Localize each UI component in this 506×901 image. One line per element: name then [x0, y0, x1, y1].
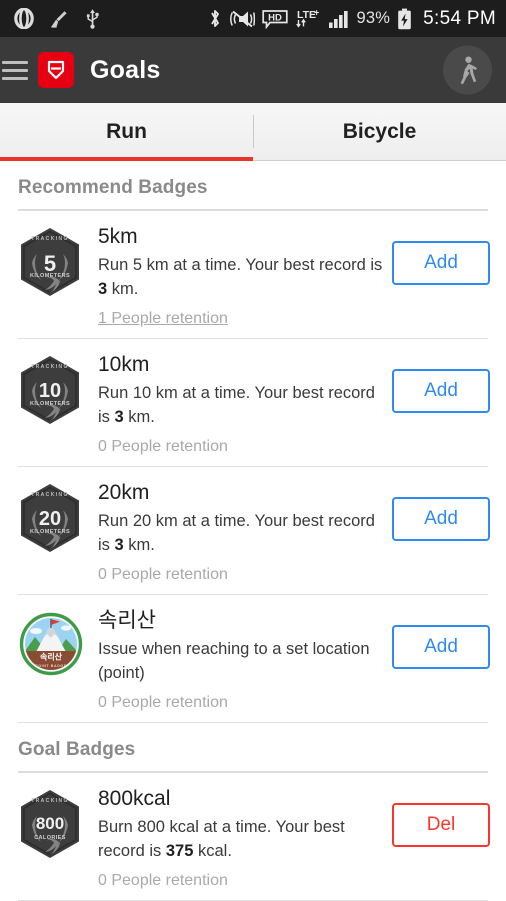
walking-person-icon[interactable] [443, 45, 492, 95]
svg-text:HD: HD [268, 12, 282, 23]
badge-row[interactable]: TRACKING 20 KILOMETERS 20km Run 20 km at a t… [0, 467, 506, 594]
badge-info: 속리산 Issue when reaching to a set location… [88, 609, 392, 712]
badge-description: Run 10 km at a time. Your best record is… [98, 384, 375, 426]
del-badge-button[interactable]: Del [392, 802, 490, 847]
badge-title: 20km [98, 480, 150, 504]
add-badge-button[interactable]: Add [392, 496, 490, 541]
bluetooth-icon [210, 10, 219, 27]
opera-icon [14, 8, 34, 29]
svg-text:+: + [314, 8, 319, 18]
badge-retention-count: 0 People retention [98, 565, 228, 583]
badge-info: 10km Run 10 km at a time. Your best recor… [88, 353, 392, 456]
shield-logo-icon [38, 52, 74, 88]
app-bar: Goals [0, 37, 506, 103]
badge-icon-wrapper: 속리산 POINT BADGE [18, 609, 88, 677]
tab-label: Run [106, 119, 147, 143]
badge-info: 20km Run 20 km at a time. Your best recor… [88, 481, 392, 584]
badge-description: Run 20 km at a time. Your best record is… [98, 512, 375, 554]
badge-row[interactable]: TRACKING 5 KILOMETERS 5km Run 5 km at a time… [0, 211, 506, 338]
badge-icon-wrapper: TRACKING 5 KILOMETERS [18, 225, 88, 297]
signal-bars-icon [328, 10, 348, 28]
battery-charging-icon [398, 8, 411, 29]
add-badge-button[interactable]: Add [392, 368, 490, 413]
status-bar-right-icons: HD LTE + 93% 5:54 PM [208, 8, 496, 30]
badge-title: 800kcal [98, 786, 171, 810]
badge-description: Burn 800 kcal at a time. Your best recor… [98, 818, 345, 860]
status-bar: HD LTE + 93% 5:54 PM [0, 0, 506, 37]
badge-description: Run 5 km at a time. Your best record is … [98, 256, 383, 298]
badge-row[interactable]: 속리산 POINT BADGE 속리산 Issue when reaching to … [0, 595, 506, 722]
section-title: Goal Badges [18, 738, 136, 760]
badge-title: 10km [98, 352, 150, 376]
status-bar-left-icons [14, 8, 100, 29]
section-title: Recommend Badges [18, 177, 208, 198]
tab-bicycle[interactable]: Bicycle [253, 103, 506, 160]
badge-title: 5km [98, 225, 138, 248]
svg-text:속리산: 속리산 [40, 652, 63, 662]
page-title: Goals [90, 55, 161, 84]
lte-plus-icon: LTE + [295, 8, 319, 28]
badge-retention-count: 0 People retention [98, 693, 228, 711]
hex-badge-icon: TRACKING 800 CALORIES [18, 789, 82, 859]
hd-call-icon: HD [261, 9, 288, 29]
badge-icon-wrapper: TRACKING 20 KILOMETERS [18, 481, 88, 553]
hex-badge-icon: TRACKING 5 KILOMETERS [18, 227, 82, 297]
badge-info: 5km Run 5 km at a time. Your best record … [88, 225, 392, 328]
badge-retention-count: 0 People retention [98, 437, 228, 455]
hamburger-icon[interactable] [0, 60, 34, 80]
clock-label: 5:54 PM [423, 7, 496, 29]
tab-run[interactable]: Run [0, 103, 253, 161]
svg-text:POINT BADGE: POINT BADGE [35, 664, 67, 668]
badge-retention-count: 0 People retention [98, 871, 228, 889]
badge-row[interactable]: TRACKING 800 CALORIES 800kcal Burn 800 kcal … [0, 773, 506, 900]
mountain-badge-icon: 속리산 POINT BADGE [18, 611, 84, 677]
hex-badge-icon: TRACKING 20 KILOMETERS [18, 483, 82, 553]
badge-retention-count[interactable]: 1 People retention [98, 301, 384, 328]
tab-label: Bicycle [342, 119, 417, 143]
mute-icon [229, 10, 255, 27]
add-badge-button[interactable]: Add [392, 624, 490, 669]
badge-list: Recommend Badges TRACKING 5 KILOMETERS 5km Ru… [0, 161, 506, 901]
badge-title: 속리산 [98, 608, 156, 632]
broom-icon [51, 10, 67, 28]
badge-icon-wrapper: TRACKING 10 KILOMETERS [18, 353, 88, 425]
hex-badge-icon: TRACKING 10 KILOMETERS [18, 355, 82, 425]
badge-info: 800kcal Burn 800 kcal at a time. Your bes… [88, 787, 392, 890]
badge-icon-wrapper: TRACKING 800 CALORIES [18, 787, 88, 859]
battery-percent-label: 93% [356, 9, 391, 27]
usb-icon [86, 9, 99, 29]
badge-row[interactable]: TRACKING 10 KILOMETERS 10km Run 10 km at a t… [0, 339, 506, 466]
add-badge-button[interactable]: Add [392, 241, 490, 285]
tab-bar: Run Bicycle [0, 103, 506, 161]
badge-description: Issue when reaching to a set location (p… [98, 640, 370, 682]
